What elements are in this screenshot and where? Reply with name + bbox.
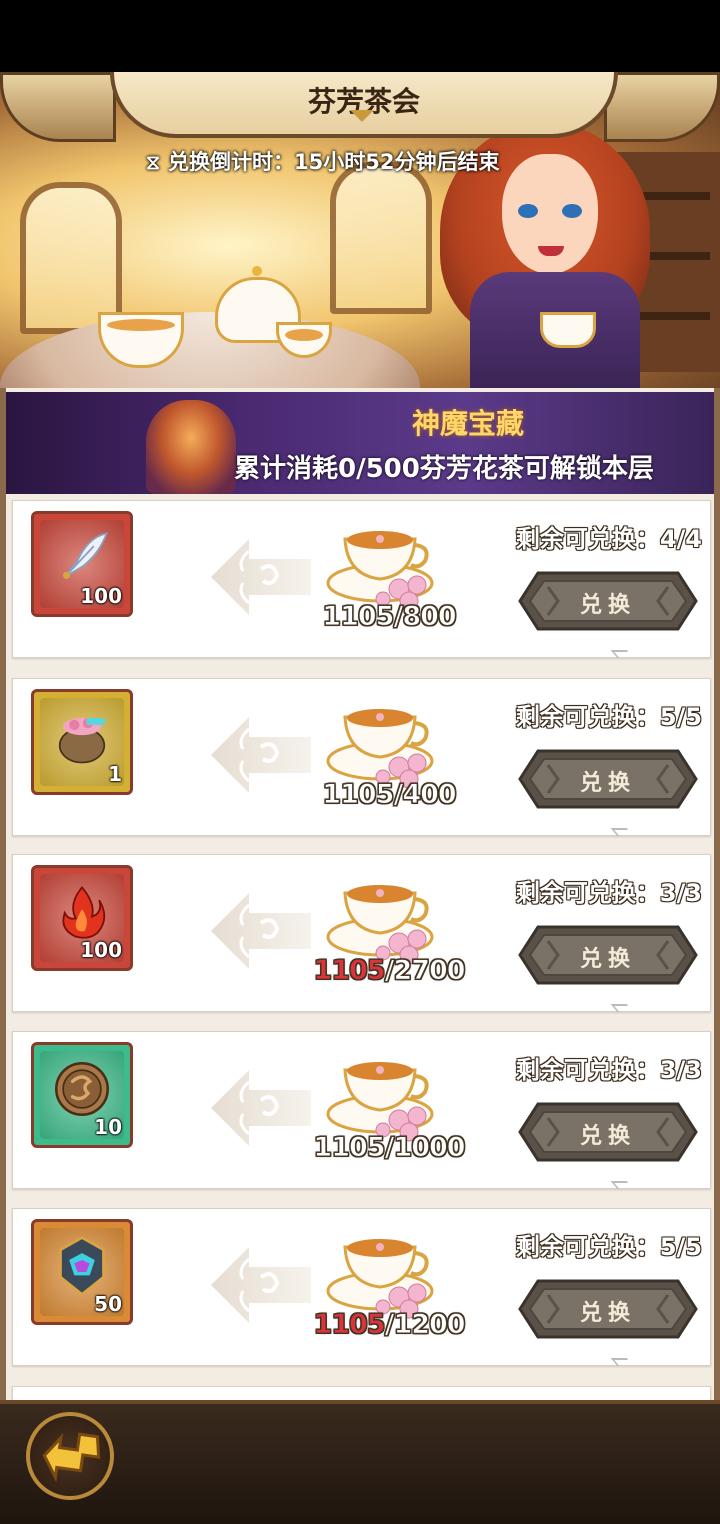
- exchange-arrow-icon: [203, 1062, 313, 1154]
- back-button[interactable]: [26, 1412, 114, 1500]
- remaining-exchanges: 剩余可兑换：5/5: [516, 697, 702, 732]
- exchange-item-row: 10 1105/1000 剩余可兑换：3/3 兑换: [12, 1031, 711, 1189]
- owned-amount: 1105: [313, 955, 386, 987]
- exchange-button[interactable]: 兑换: [518, 1100, 698, 1164]
- exchange-button[interactable]: 兑换: [518, 569, 698, 633]
- remaining-count: 3/3: [659, 879, 702, 907]
- section-title: 神魔宝藏: [411, 407, 524, 440]
- cost-text: 1105/400: [322, 779, 457, 811]
- reward-item-slot[interactable]: 100: [31, 865, 133, 971]
- exchange-item-row: 100 1105/800 剩余可兑换：4/4 兑换: [12, 500, 711, 658]
- reward-quantity: 10: [94, 1115, 122, 1139]
- cost-text: 1105/2700: [313, 955, 466, 987]
- exchange-button[interactable]: 兑换: [518, 1277, 698, 1341]
- cost-text: 1105/1200: [313, 1309, 466, 1341]
- reward-item-slot[interactable]: 50: [31, 1219, 133, 1325]
- reward-item-slot[interactable]: 1: [31, 689, 133, 795]
- remaining-count: 3/3: [659, 1056, 702, 1084]
- cost-text: 1105/800: [322, 601, 457, 633]
- chevron-down-icon: [350, 110, 374, 122]
- reward-quantity: 100: [80, 938, 122, 962]
- remaining-label: 剩余可兑换：: [515, 879, 660, 907]
- card-notch: [610, 1004, 634, 1012]
- remaining-exchanges: 剩余可兑换：3/3: [516, 873, 702, 908]
- required-amount: 2700: [393, 955, 466, 987]
- exchange-item-row: 1 1105/400 剩余可兑换：5/5 兑换: [12, 678, 711, 836]
- remaining-label: 剩余可兑换：: [515, 703, 660, 731]
- remaining-exchanges: 剩余可兑换：3/3: [516, 1050, 702, 1085]
- exchange-button-label: 兑换: [579, 593, 636, 618]
- required-amount: 800: [402, 601, 457, 633]
- exchange-arrow-icon: [203, 1239, 313, 1331]
- card-notch: [610, 650, 634, 658]
- remaining-count: 5/5: [659, 1233, 702, 1261]
- white-feather-icon: [52, 528, 112, 588]
- countdown-text: 兑换倒计时：15小时52分钟后结束: [168, 150, 500, 174]
- title-plate: 芬芳茶会: [110, 72, 618, 138]
- remaining-exchanges: 剩余可兑换：4/4: [516, 519, 702, 554]
- remaining-count: 4/4: [659, 525, 702, 553]
- reward-item-slot[interactable]: 100: [31, 511, 133, 617]
- required-amount: 400: [402, 779, 457, 811]
- card-notch: [610, 828, 634, 836]
- rose-tea-cup-icon: [325, 1221, 445, 1321]
- owned-amount: 1105: [313, 1309, 386, 1341]
- rose-tea-cup-icon: [325, 867, 445, 967]
- cost-text: 1105/1000: [313, 1132, 466, 1164]
- remaining-label: 剩余可兑换：: [515, 525, 660, 553]
- exchange-button-label: 兑换: [579, 1301, 636, 1326]
- exchange-item-row: 100 1105/2700 剩余可兑换：3/3 兑换: [12, 854, 711, 1012]
- owned-amount: 1105: [322, 779, 395, 811]
- exchange-button[interactable]: 兑换: [518, 923, 698, 987]
- owned-amount: 1105: [313, 1132, 386, 1164]
- window-decoration: [330, 162, 432, 314]
- remaining-count: 5/5: [659, 703, 702, 731]
- countdown-timer: ⧖ 兑换倒计时：15小时52分钟后结束: [146, 146, 500, 176]
- exchange-arrow-icon: [203, 709, 313, 801]
- card-notch: [610, 1181, 634, 1189]
- rose-tea-cup-icon: [325, 513, 445, 613]
- rose-tea-cup-icon: [325, 691, 445, 791]
- exchange-button-label: 兑换: [579, 1124, 636, 1149]
- exchange-item-row: 50 1105/1200 剩余可兑换：5/5 兑换: [12, 1208, 711, 1366]
- required-amount: 1000: [393, 1132, 466, 1164]
- exchange-arrow-icon: [203, 531, 313, 623]
- remaining-label: 剩余可兑换：: [515, 1233, 660, 1261]
- hourglass-icon: ⧖: [146, 150, 161, 174]
- required-amount: 1200: [393, 1309, 466, 1341]
- reward-quantity: 100: [80, 584, 122, 608]
- card-notch: [610, 1358, 634, 1366]
- exchange-button-label: 兑换: [579, 771, 636, 796]
- crystal-crest-icon: [52, 1236, 112, 1296]
- exchange-button-label: 兑换: [579, 947, 636, 972]
- rose-tea-cup-icon: [325, 1044, 445, 1144]
- exchange-button[interactable]: 兑换: [518, 747, 698, 811]
- dragon-coin-icon: [52, 1059, 112, 1119]
- remaining-label: 剩余可兑换：: [515, 1056, 660, 1084]
- reward-quantity: 50: [94, 1292, 122, 1316]
- flower-pouch-icon: [52, 706, 112, 766]
- owned-amount: 1105: [322, 601, 395, 633]
- section-header: 神魔宝藏 累计消耗0/500芬芳花茶可解锁本层: [6, 392, 714, 494]
- remaining-exchanges: 剩余可兑换：5/5: [516, 1227, 702, 1262]
- back-arrow-icon: [42, 1432, 101, 1483]
- exchange-arrow-icon: [203, 885, 313, 977]
- reward-quantity: 1: [108, 762, 122, 786]
- red-flame-icon: [52, 882, 112, 942]
- unlock-condition: 累计消耗0/500芬芳花茶可解锁本层: [234, 454, 654, 484]
- status-bar: [0, 0, 720, 72]
- reward-item-slot[interactable]: 10: [31, 1042, 133, 1148]
